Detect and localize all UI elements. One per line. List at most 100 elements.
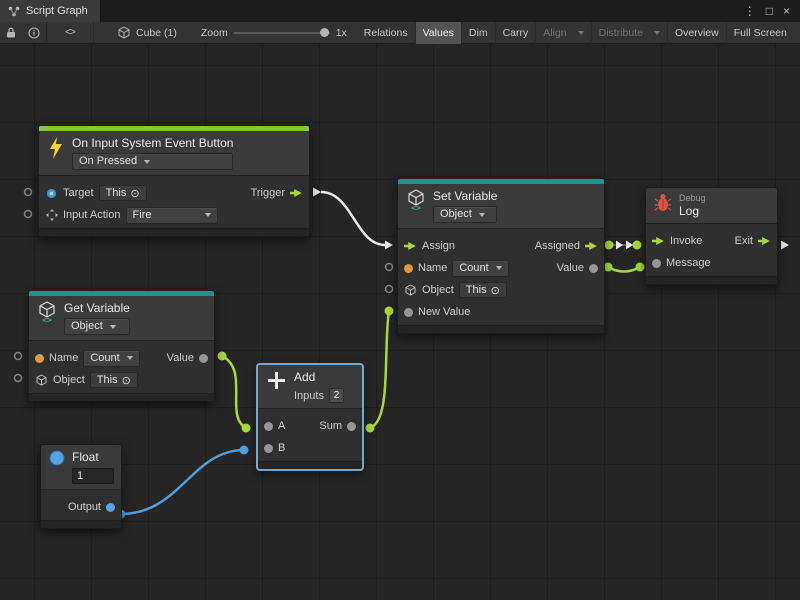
assigned-output-port[interactable]	[585, 241, 598, 251]
name-row: Name Count Value	[398, 257, 604, 279]
message-label: Message	[666, 257, 711, 269]
node-title: On Input System Event Button	[72, 136, 233, 150]
float-value-field[interactable]: 1	[72, 468, 114, 484]
node-body: Assign Assigned Name Count Value	[398, 229, 604, 325]
svg-text:<>: <>	[411, 204, 421, 212]
event-mode-dropdown[interactable]: On Pressed	[72, 153, 233, 170]
inputs-label: Inputs	[294, 390, 324, 402]
value-output-port[interactable]	[199, 354, 208, 363]
assign-input-port[interactable]	[404, 241, 417, 251]
object-picker-icon: ⊙	[130, 187, 139, 200]
variable-name-dropdown[interactable]: Count	[83, 350, 139, 367]
chevron-down-icon	[496, 266, 502, 270]
node-add[interactable]: Add Inputs 2 A Sum B	[257, 364, 363, 470]
align-dropdown-button[interactable]: Align	[536, 22, 591, 44]
assigned-label: Assigned	[535, 240, 580, 252]
dropdown-value: Object	[71, 320, 103, 333]
graph-canvas[interactable]: On Input System Event Button On Pressed …	[0, 44, 800, 600]
relations-button[interactable]: Relations	[357, 22, 416, 44]
wire-exit-offscreen	[781, 241, 789, 250]
menu-icon[interactable]: ⋮	[744, 0, 756, 22]
values-button[interactable]: Values	[416, 22, 462, 44]
b-input-port[interactable]	[264, 444, 273, 453]
distribute-dropdown-button[interactable]: Distribute	[592, 22, 668, 44]
info-icon[interactable]	[22, 22, 46, 44]
chevron-down-icon	[654, 31, 660, 35]
value-label: Value	[167, 352, 194, 364]
gameobject-icon	[45, 188, 58, 199]
toolbar-separator	[93, 22, 94, 44]
code-view-icon[interactable]: <>	[47, 22, 93, 44]
node-title: Get Variable	[64, 301, 130, 315]
name-label: Name	[418, 262, 447, 274]
graph-toolbar: <> Cube (1) Zoom 1x Relations Values Dim…	[0, 22, 800, 44]
object-chip[interactable]: This ⊙	[90, 372, 138, 388]
dim-button[interactable]: Dim	[462, 22, 496, 44]
invoke-row: Invoke Exit	[646, 230, 777, 252]
node-body: Invoke Exit Message	[646, 224, 777, 276]
chevron-down-icon	[127, 356, 133, 360]
float-icon	[49, 450, 65, 466]
target-object-label[interactable]: Cube (1)	[136, 27, 177, 39]
variable-name-dropdown[interactable]: Count	[452, 260, 508, 277]
a-input-port[interactable]	[264, 422, 273, 431]
wire-value-message[interactable]	[604, 263, 645, 272]
wire-trigger-assign[interactable]	[313, 188, 393, 250]
sum-output-port[interactable]	[347, 422, 356, 431]
exit-label: Exit	[735, 235, 753, 247]
zoom-slider[interactable]	[234, 32, 330, 34]
variable-scope-dropdown[interactable]: Object	[64, 318, 130, 335]
name-input-port[interactable]	[35, 354, 44, 363]
zoom-slider-knob[interactable]	[320, 28, 329, 37]
node-header: Add Inputs 2	[258, 365, 362, 409]
node-set-variable[interactable]: <> Set Variable Object Assign Assigned	[397, 178, 605, 334]
sum-label: Sum	[319, 420, 342, 432]
overview-button[interactable]: Overview	[668, 22, 727, 44]
value-output-port[interactable]	[589, 264, 598, 273]
cube-icon	[35, 374, 48, 386]
dropdown-value: Object	[440, 208, 472, 221]
lightning-icon	[47, 136, 65, 160]
input-action-dropdown[interactable]: Fire	[126, 207, 218, 224]
node-on-input-system-event-button[interactable]: On Input System Event Button On Pressed …	[38, 125, 310, 237]
node-debug-log[interactable]: Debug Log Invoke Exit Message	[645, 187, 778, 285]
exit-output-port[interactable]	[758, 236, 771, 246]
message-row: Message	[646, 252, 777, 274]
node-get-variable[interactable]: <> Get Variable Object Name Count Value	[28, 290, 215, 402]
wire-assigned-invoke[interactable]	[605, 241, 642, 250]
dropdown-value: Fire	[133, 209, 152, 222]
node-category: Debug	[679, 193, 706, 203]
carry-button[interactable]: Carry	[496, 22, 537, 44]
node-footer	[258, 461, 362, 469]
b-label: B	[278, 442, 285, 454]
bug-icon	[654, 193, 672, 213]
target-object-chip[interactable]: This ⊙	[99, 185, 147, 201]
input-action-icon	[45, 209, 58, 221]
wire-sum-newvalue[interactable]	[366, 307, 394, 433]
float-output-port[interactable]	[106, 503, 115, 512]
lock-icon[interactable]	[0, 22, 22, 44]
variable-scope-dropdown[interactable]: Object	[433, 206, 497, 223]
tab-script-graph[interactable]: Script Graph	[0, 0, 101, 22]
wire-getvalue-addA[interactable]	[218, 352, 251, 433]
name-row: Name Count Value	[29, 347, 214, 369]
name-input-port[interactable]	[404, 264, 413, 273]
fullscreen-button[interactable]: Full Screen	[727, 22, 794, 44]
close-icon[interactable]: ×	[783, 0, 790, 22]
new-value-input-port[interactable]	[404, 308, 413, 317]
trigger-output-port[interactable]	[290, 188, 303, 198]
plus-icon	[266, 370, 287, 391]
output-row: Output	[41, 496, 121, 518]
zoom-value: 1x	[336, 27, 347, 39]
inputs-count-field[interactable]: 2	[329, 388, 344, 403]
node-title: Log	[679, 204, 706, 218]
message-input-port[interactable]	[652, 259, 661, 268]
invoke-input-port[interactable]	[652, 236, 665, 246]
object-chip[interactable]: This ⊙	[459, 282, 507, 298]
svg-text:<>: <>	[42, 316, 52, 324]
chevron-down-icon	[144, 160, 150, 164]
wire-float-addB[interactable]	[117, 446, 249, 519]
input-action-row: Input Action Fire	[39, 204, 309, 226]
maximize-icon[interactable]: □	[766, 0, 773, 22]
node-float[interactable]: Float 1 Output	[40, 444, 122, 529]
